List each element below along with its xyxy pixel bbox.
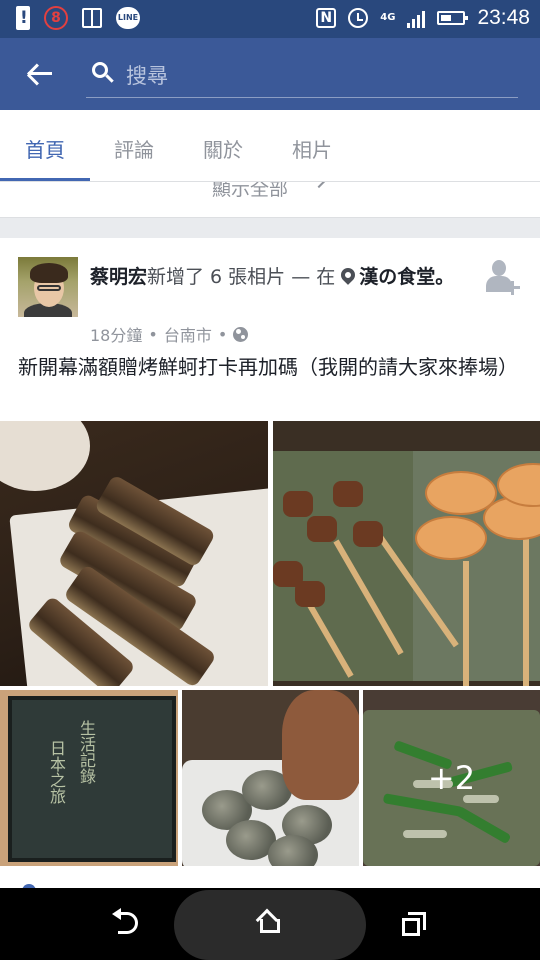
alarm-icon (348, 8, 369, 28)
poster-name[interactable]: 蔡明宏 (90, 266, 147, 288)
network-type-label: 4G (380, 12, 396, 23)
avatar[interactable] (18, 257, 78, 317)
nav-back-icon[interactable] (112, 908, 138, 934)
clock-time: 23:48 (477, 6, 530, 29)
chevron-right-icon (311, 182, 327, 189)
tab-photos[interactable]: 相片 (292, 134, 332, 163)
section-divider (0, 217, 540, 238)
photo-skewers[interactable] (273, 421, 540, 686)
photo-grilled-ribs[interactable] (0, 421, 268, 686)
page-tabs: 首頁 評論 關於 相片 (0, 110, 540, 182)
place-name[interactable]: 漢の食堂 (359, 266, 435, 288)
battery-fill (441, 15, 452, 21)
tab-about[interactable]: 關於 (203, 134, 243, 163)
globe-icon (233, 326, 249, 342)
meta-separator: • (148, 324, 158, 344)
back-arrow-icon[interactable] (26, 60, 56, 88)
nav-home-icon[interactable] (255, 908, 282, 934)
photo-oysters[interactable] (182, 690, 359, 866)
post-header: 蔡明宏新增了 6 張相片 — 在 漢の食堂。 (90, 262, 470, 292)
post-text: 新開幕滿額贈烤鮮蚵打卡再加碼（我開的請大家來捧場） (18, 355, 518, 379)
status-bar: 8 LINE N 4G 23:48 (0, 0, 540, 38)
place-suffix: 。 (435, 266, 455, 288)
tab-home[interactable]: 首頁 (25, 134, 65, 163)
meta-separator-2: • (217, 324, 228, 344)
search-input[interactable]: 搜尋 (86, 54, 518, 98)
show-all-link[interactable]: 顯示全部 (212, 182, 288, 201)
next-post-peek (0, 866, 540, 898)
search-placeholder: 搜尋 (126, 64, 168, 88)
search-icon (92, 62, 114, 86)
notification-badge: 8 (44, 6, 68, 30)
battery-icon (437, 11, 469, 25)
line-app-icon: LINE (116, 7, 140, 29)
signal-strength-icon (407, 8, 426, 28)
app-notification-icon (82, 8, 102, 28)
tab-reviews[interactable]: 評論 (114, 134, 154, 163)
post-meta: 18分鐘 • 台南市 • (90, 322, 249, 346)
post-action-text: 新增了 6 張相片 — 在 (147, 266, 336, 288)
location-pin-icon (338, 265, 359, 285)
show-all-row[interactable]: 顯示全部 (0, 182, 540, 217)
search-header: 搜尋 (0, 38, 540, 110)
warning-icon (16, 6, 30, 30)
more-photos-count[interactable]: +2 (363, 690, 540, 866)
post-time[interactable]: 18分鐘 (90, 322, 142, 346)
photo-chalkboard[interactable]: 日本之旅 生活記錄 (0, 690, 178, 866)
photo-stir-fry[interactable]: +2 (363, 690, 540, 866)
active-tab-indicator (0, 178, 90, 181)
android-nav-bar (0, 888, 540, 960)
post-location[interactable]: 台南市 (164, 322, 212, 346)
add-friend-icon[interactable] (486, 258, 522, 298)
nav-recent-apps-icon[interactable] (402, 912, 426, 936)
nfc-icon: N (316, 8, 337, 28)
